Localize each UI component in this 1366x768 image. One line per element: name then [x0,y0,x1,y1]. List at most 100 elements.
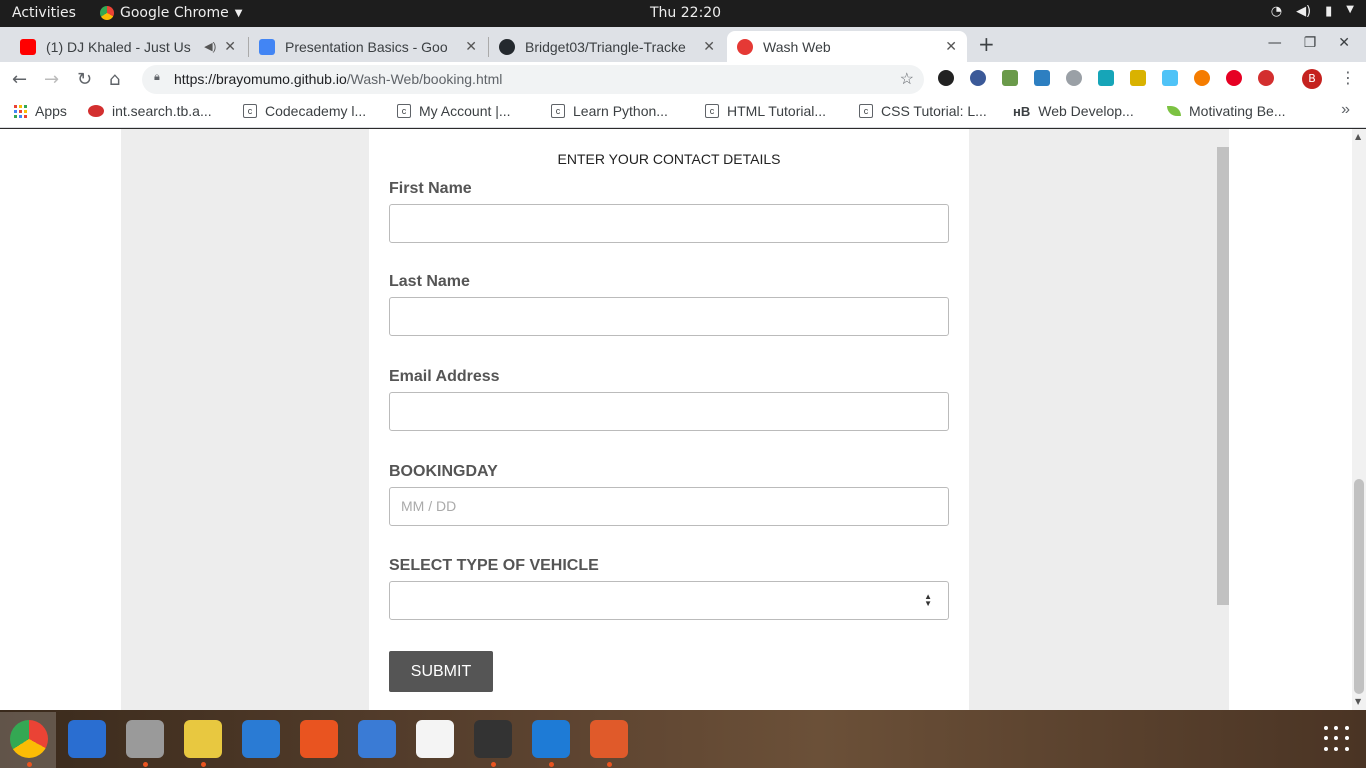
submit-button[interactable]: SUBMIT [389,651,493,692]
new-tab-button[interactable]: + [978,32,995,56]
ask-icon [88,105,104,117]
thunderbird-icon[interactable] [68,720,106,758]
restore-icon[interactable]: ❐ [1304,35,1317,51]
software-center-icon[interactable] [300,720,338,758]
bookmark-apps[interactable]: Apps [14,103,67,119]
chrome-menu-icon[interactable]: ⋮ [1340,68,1356,87]
codecademy-icon: c [551,104,565,118]
terminal-icon[interactable] [474,720,512,758]
page-scrollbar[interactable]: ▲ ▼ [1352,129,1366,710]
apps-grid-icon [14,104,27,118]
extension-yellow-icon[interactable] [1130,70,1146,86]
wifi-icon: ◔ [1270,4,1283,19]
chevron-double-right-icon[interactable]: » [1341,101,1350,119]
reload-icon[interactable]: ↻ [77,69,92,90]
bookmark-css-tutorial[interactable]: c CSS Tutorial: L... [859,103,987,119]
extension-red-icon[interactable] [1258,70,1274,86]
tab-youtube[interactable]: (1) DJ Khaled - Just Us ◀) ✕ [10,31,246,62]
browser-toolbar: ← → ↻ ⌂ 🔒︎ https://brayomumo.github.io/W… [0,62,1366,96]
home-icon[interactable]: ⌂ [109,69,120,90]
chrome-icon[interactable] [10,720,48,758]
bookmark-label: Codecademy l... [265,103,367,119]
help-icon[interactable] [358,720,396,758]
github-icon [499,38,515,55]
bookmark-motivating[interactable]: Motivating Be... [1167,103,1286,119]
tab-wash-web[interactable]: Wash Web ✕ [727,31,967,62]
show-applications-icon[interactable] [1324,726,1350,752]
app-menu[interactable]: Google Chrome ▼ [100,5,242,21]
close-icon[interactable]: ✕ [224,38,236,55]
extension-shield-icon[interactable] [970,70,986,86]
close-window-icon[interactable]: ✕ [1338,35,1350,51]
files-icon[interactable] [126,720,164,758]
minimize-icon[interactable]: — [1268,35,1282,51]
rhythmbox-icon[interactable] [184,720,222,758]
tab-title: Presentation Basics - Goo [285,38,448,55]
activities-button[interactable]: Activities [12,5,76,21]
page-scrollbar-thumb[interactable] [1354,479,1364,694]
first-name-input[interactable] [389,204,949,243]
extension-sync-icon[interactable] [1162,70,1178,86]
system-top-bar: Activities Google Chrome ▼ Thu 22:20 ◔ ◀… [0,0,1366,27]
url-text[interactable]: https://brayomumo.github.io/Wash-Web/boo… [174,71,502,87]
close-icon[interactable]: ✕ [465,38,477,55]
close-icon[interactable]: ✕ [945,38,957,55]
vscode-icon[interactable] [532,720,570,758]
libreoffice-impress-icon[interactable] [590,720,628,758]
amazon-icon[interactable] [416,720,454,758]
bookmark-label: Learn Python... [573,103,668,119]
inner-scrollbar-thumb[interactable] [1217,147,1229,605]
battery-icon: ▮ [1325,4,1333,19]
extension-chat-icon[interactable] [938,70,954,86]
tab-github[interactable]: Bridget03/Triangle-Tracke ✕ [489,31,725,62]
bookmark-codecademy[interactable]: c Codecademy l... [243,103,366,119]
lock-icon: 🔒︎ [154,71,160,83]
last-name-input[interactable] [389,297,949,336]
volume-icon: ◀) [1296,4,1312,19]
address-bar[interactable]: 🔒︎ https://brayomumo.github.io/Wash-Web/… [142,65,924,94]
bookmark-int-search[interactable]: int.search.tb.a... [88,103,212,119]
close-icon[interactable]: ✕ [703,38,715,55]
libreoffice-writer-icon[interactable] [242,720,280,758]
extension-teal-icon[interactable] [1098,70,1114,86]
chrome-small-icon [100,6,114,20]
email-input[interactable] [389,392,949,431]
bookmark-label: HTML Tutorial... [727,103,827,119]
bookmark-label: Motivating Be... [1189,103,1286,119]
extension-orange-icon[interactable] [1194,70,1210,86]
tab-presentation-basics[interactable]: Presentation Basics - Goo ✕ [249,31,487,62]
booking-day-label: BOOKINGDAY [389,463,498,480]
bookmark-label: Apps [35,103,67,119]
extension-owl-icon[interactable] [1034,70,1050,86]
bookmarks-bar: Apps int.search.tb.a... c Codecademy l..… [0,96,1366,128]
profile-avatar[interactable]: B [1302,69,1322,89]
bookmark-learn-python[interactable]: c Learn Python... [551,103,668,119]
web-develop-icon: ʜB [1013,103,1031,119]
booking-day-input[interactable]: MM / DD [389,487,949,526]
select-arrows-icon: ▲ ▼ [924,592,932,608]
tab-title: Bridget03/Triangle-Tracke [525,38,686,55]
scroll-down-icon[interactable]: ▼ [1355,697,1361,706]
extension-image-icon[interactable] [1002,70,1018,86]
bookmark-my-account[interactable]: c My Account |... [397,103,511,119]
tab-strip: (1) DJ Khaled - Just Us ◀) ✕ Presentatio… [0,27,1366,62]
bookmark-html-tutorial[interactable]: c HTML Tutorial... [705,103,826,119]
running-indicator [143,762,148,767]
system-tray[interactable]: ◔ ◀) ▮ ▼ [1271,4,1354,19]
ubuntu-dock [0,710,1366,768]
bookmark-label: int.search.tb.a... [112,103,212,119]
running-indicator [549,762,554,767]
back-icon[interactable]: ← [12,69,27,90]
youtube-icon [20,38,36,55]
tab-title: Wash Web [763,38,831,55]
vehicle-type-select[interactable]: ▲ ▼ [389,581,949,620]
form-heading: ENTER YOUR CONTACT DETAILS [557,151,781,167]
pinterest-icon[interactable] [1226,70,1242,86]
scroll-up-icon[interactable]: ▲ [1355,132,1361,141]
forward-icon[interactable]: → [44,69,59,90]
clock[interactable]: Thu 22:20 [650,5,721,21]
bookmark-star-icon[interactable]: ☆ [900,69,914,89]
window-controls: — ❐ ✕ [1268,35,1350,51]
extension-circle-icon[interactable] [1066,70,1082,86]
bookmark-web-develop[interactable]: ʜB Web Develop... [1013,103,1134,119]
